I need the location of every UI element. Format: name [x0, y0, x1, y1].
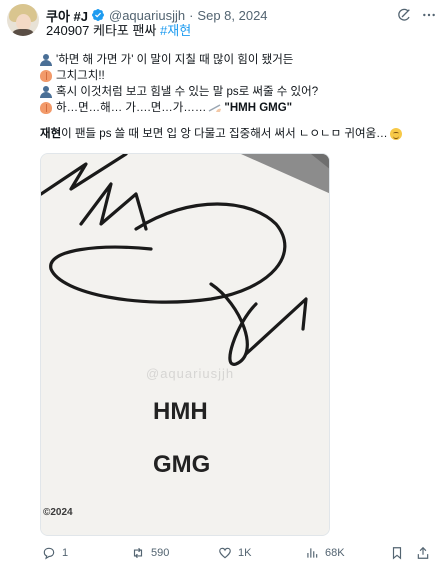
reply-icon — [43, 547, 55, 560]
separator-dot: · — [189, 7, 194, 23]
like-count: 1K — [238, 547, 252, 559]
dialogue-line: 혹시 이것처럼 보고 힘낼 수 있는 말 ps로 써줄 수 있어? — [40, 84, 436, 100]
reply-button[interactable]: 1 — [42, 544, 68, 562]
dialogue-text: '하면 해 가면 가' 이 말이 지칠 때 많이 힘이 됐거든 — [56, 54, 294, 66]
smiling-face-icon — [389, 128, 402, 140]
grok-icon[interactable] — [396, 7, 412, 23]
dialogue-text: 혹시 이것처럼 보고 힘낼 수 있는 말 ps로 써줄 수 있어? — [56, 86, 319, 98]
comment-text: 이 팬들 ps 쓸 때 보면 입 앙 다물고 집중해서 써서 ㄴㅇㄴㅁ 귀여움… — [61, 128, 388, 140]
person-icon — [40, 54, 52, 66]
verified-badge-icon — [92, 9, 104, 21]
view-count: 68K — [325, 547, 345, 559]
author-handle[interactable]: @aquariusjjh — [109, 8, 185, 23]
share-button[interactable] — [416, 544, 436, 562]
tweet-actions: 1 590 1K 68K — [40, 544, 436, 562]
tweet: 쿠아 #J @aquariusjjh · Sep 8, 2024 240907 … — [0, 0, 442, 565]
dialogue-line: '하면 해 가면 가' 이 말이 지칠 때 많이 힘이 됐거든 — [40, 52, 436, 68]
views-button[interactable]: 68K — [305, 544, 345, 562]
share-icon — [417, 546, 429, 559]
more-options-icon[interactable] — [421, 7, 437, 23]
dialogue-line: 하…면…해… 가….면…가…… "HMH GMG" — [40, 100, 436, 116]
comment-line: 재현 이 팬들 ps 쓸 때 보면 입 앙 다물고 집중해서 써서 ㄴㅇㄴㅁ 귀여… — [40, 126, 436, 142]
dialogue-text: 그치그치!! — [56, 70, 105, 82]
heart-icon — [219, 547, 231, 559]
like-button[interactable]: 1K — [218, 544, 251, 562]
handwriting-photo: HMH GMG — [41, 154, 329, 535]
dialogue-line: 그치그치!! — [40, 68, 436, 84]
ps-message-text: "HMH GMG" — [224, 102, 293, 114]
event-text: 240907 케타포 팬싸 — [46, 23, 161, 38]
photo-watermark: @aquariusjjh — [146, 366, 235, 381]
tweet-date[interactable]: Sep 8, 2024 — [197, 8, 267, 23]
peach-icon — [40, 102, 52, 114]
retweet-count: 590 — [151, 547, 170, 559]
photo-copyright: ©2024 — [43, 507, 73, 518]
retweet-button[interactable]: 590 — [131, 544, 169, 562]
tweet-first-line: 240907 케타포 팬싸 #재현 — [46, 22, 191, 39]
peach-icon — [40, 70, 52, 82]
tweet-photo[interactable]: HMH GMG @aquariusjjh ©2024 — [40, 153, 330, 536]
dialogue-text: 하…면…해… 가….면…가…… — [56, 102, 207, 114]
member-name: 재현 — [40, 128, 62, 140]
bookmark-icon — [392, 547, 402, 560]
views-chart-icon — [307, 548, 318, 558]
handwriting-hmh: HMH — [153, 398, 208, 425]
reply-count: 1 — [62, 547, 69, 559]
writing-hand-icon — [209, 104, 222, 112]
hashtag-link[interactable]: #재현 — [160, 23, 191, 38]
bookmark-button[interactable] — [390, 544, 410, 562]
person-icon — [40, 86, 52, 98]
tweet-body: '하면 해 가면 가' 이 말이 지칠 때 많이 힘이 됐거든 그치그치!! 혹… — [40, 52, 436, 142]
retweet-icon — [133, 547, 143, 559]
avatar[interactable] — [7, 4, 39, 36]
handwriting-gmg: GMG — [153, 451, 210, 478]
